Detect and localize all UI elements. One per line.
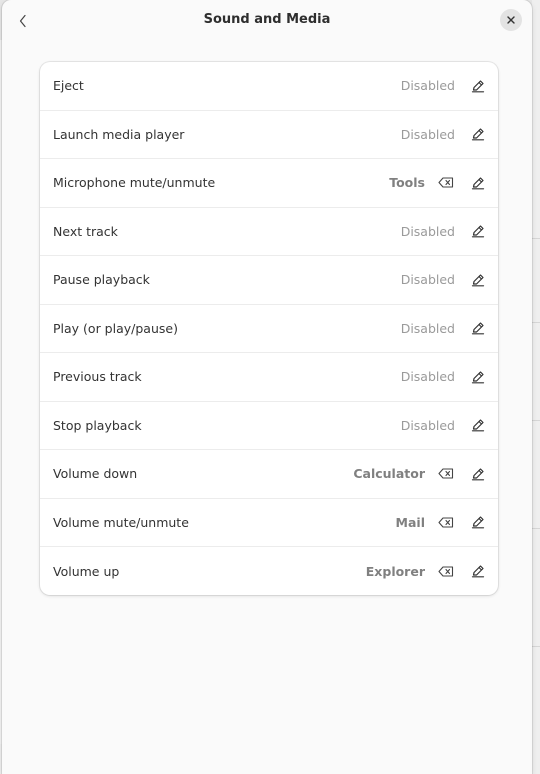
shortcut-row[interactable]: Play (or play/pause) Disabled <box>40 305 498 353</box>
background-divider <box>532 238 540 239</box>
shortcut-value: Mail <box>395 514 425 530</box>
edit-shortcut-button[interactable] <box>468 464 488 484</box>
close-button[interactable] <box>500 9 522 31</box>
background-window-edge-right <box>532 0 540 774</box>
backspace-clear-icon <box>438 468 454 479</box>
shortcut-value: Disabled <box>400 417 455 433</box>
pencil-edit-icon <box>471 79 485 93</box>
backspace-clear-icon <box>438 566 454 577</box>
shortcut-label: Next track <box>53 223 118 239</box>
edit-shortcut-button[interactable] <box>468 76 488 96</box>
shortcut-list: Eject Disabled Launch media player Disab… <box>40 62 498 595</box>
shortcut-value: Disabled <box>400 126 455 142</box>
close-icon <box>506 15 516 25</box>
edit-shortcut-button[interactable] <box>468 221 488 241</box>
shortcut-row[interactable]: Previous track Disabled <box>40 353 498 402</box>
background-divider <box>532 420 540 421</box>
shortcut-value: Disabled <box>400 369 455 385</box>
shortcut-label: Volume up <box>53 563 120 579</box>
edit-shortcut-button[interactable] <box>468 318 488 338</box>
edit-shortcut-button[interactable] <box>468 367 488 387</box>
pencil-edit-icon <box>471 127 485 141</box>
shortcut-row[interactable]: Volume mute/unmute Mail <box>40 499 498 547</box>
sound-and-media-dialog: Sound and Media Eject Disabled Launch me… <box>2 0 532 774</box>
edit-shortcut-button[interactable] <box>468 512 488 532</box>
clear-shortcut-button[interactable] <box>436 561 456 581</box>
shortcut-row[interactable]: Stop playback Disabled <box>40 402 498 450</box>
shortcut-label: Stop playback <box>53 417 142 433</box>
pencil-edit-icon <box>471 564 485 578</box>
shortcut-value: Disabled <box>400 272 455 288</box>
shortcut-label: Volume mute/unmute <box>53 514 189 530</box>
backspace-clear-icon <box>438 177 454 188</box>
shortcut-row[interactable]: Eject Disabled <box>40 62 498 111</box>
pencil-edit-icon <box>471 176 485 190</box>
background-divider <box>532 528 540 529</box>
dialog-title: Sound and Media <box>203 12 331 27</box>
edit-shortcut-button[interactable] <box>468 561 488 581</box>
shortcut-value: Disabled <box>400 223 455 239</box>
backspace-clear-icon <box>438 517 454 528</box>
clear-shortcut-button[interactable] <box>436 464 456 484</box>
edit-shortcut-button[interactable] <box>468 270 488 290</box>
shortcut-value: Explorer <box>365 563 425 579</box>
pencil-edit-icon <box>471 515 485 529</box>
shortcut-label: Launch media player <box>53 126 185 142</box>
edit-shortcut-button[interactable] <box>468 124 488 144</box>
background-divider <box>532 646 540 647</box>
pencil-edit-icon <box>471 467 485 481</box>
pencil-edit-icon <box>471 370 485 384</box>
shortcut-value: Disabled <box>400 320 455 336</box>
pencil-edit-icon <box>471 418 485 432</box>
shortcut-row[interactable]: Microphone mute/unmute Tools <box>40 159 498 208</box>
shortcut-row[interactable]: Volume up Explorer <box>40 547 498 595</box>
clear-shortcut-button[interactable] <box>436 173 456 193</box>
shortcut-value: Calculator <box>353 466 425 482</box>
pencil-edit-icon <box>471 321 485 335</box>
shortcut-row[interactable]: Pause playback Disabled <box>40 256 498 305</box>
background-divider <box>532 322 540 323</box>
shortcut-label: Pause playback <box>53 272 150 288</box>
shortcut-value: Tools <box>389 175 425 191</box>
pencil-edit-icon <box>471 273 485 287</box>
shortcut-row[interactable]: Volume down Calculator <box>40 450 498 499</box>
shortcut-row[interactable]: Launch media player Disabled <box>40 111 498 159</box>
shortcut-label: Play (or play/pause) <box>53 320 178 336</box>
shortcut-label: Eject <box>53 78 84 94</box>
shortcut-label: Previous track <box>53 369 142 385</box>
shortcut-label: Volume down <box>53 466 138 482</box>
shortcut-row[interactable]: Next track Disabled <box>40 208 498 256</box>
edit-shortcut-button[interactable] <box>468 415 488 435</box>
edit-shortcut-button[interactable] <box>468 173 488 193</box>
shortcut-value: Disabled <box>400 78 455 94</box>
pencil-edit-icon <box>471 224 485 238</box>
shortcut-label: Microphone mute/unmute <box>53 175 216 191</box>
dialog-header: Sound and Media <box>2 0 532 42</box>
clear-shortcut-button[interactable] <box>436 512 456 532</box>
